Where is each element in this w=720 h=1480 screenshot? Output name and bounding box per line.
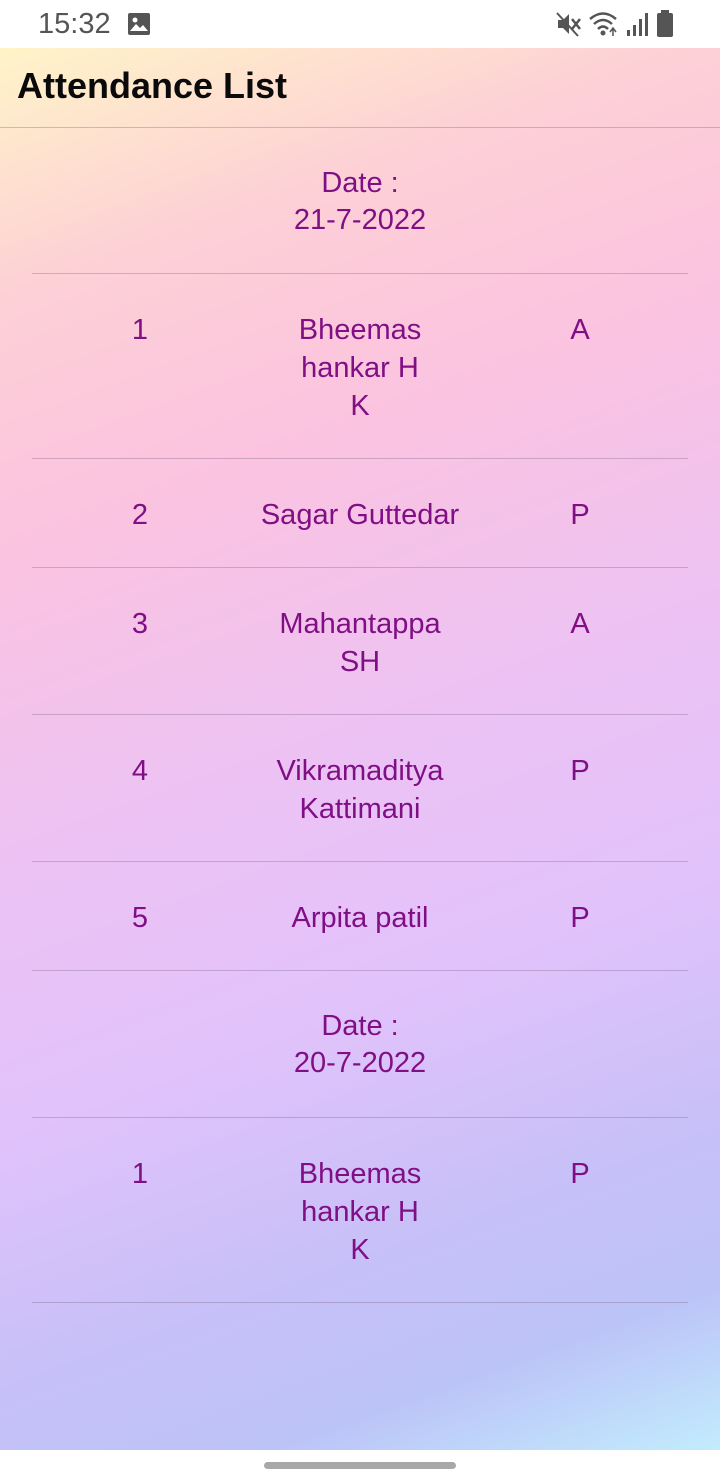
student-name: Sagar Guttedar — [260, 499, 460, 531]
mute-icon — [556, 12, 581, 37]
student-name: Bheemas hankar H K — [298, 1158, 422, 1266]
divider — [32, 1302, 688, 1303]
record-number: 5 — [131, 902, 149, 934]
divider — [32, 458, 688, 459]
attendance-status: A — [570, 314, 590, 346]
divider — [32, 1117, 688, 1118]
student-name: Arpita patil — [291, 902, 429, 934]
wifi-icon — [589, 12, 617, 36]
date-header: Date : 21-7-2022 — [32, 165, 688, 239]
record-number: 3 — [131, 608, 149, 640]
divider — [32, 567, 688, 568]
status-bar: 15:32 — [0, 0, 720, 48]
attendance-status: P — [570, 902, 590, 934]
date-value: 21-7-2022 — [293, 204, 427, 236]
status-icons — [556, 10, 686, 38]
student-name: Mahantappa SH — [279, 608, 441, 678]
record-number: 1 — [131, 1158, 149, 1190]
app-bar: Attendance List — [0, 48, 720, 128]
page-title: Attendance List — [17, 65, 288, 106]
student-name: Vikramaditya Kattimani — [276, 755, 444, 825]
attendance-screen: Attendance List Date : 21-7-2022 1 Bheem… — [0, 48, 720, 1450]
divider — [32, 273, 688, 274]
date-label: Date : — [321, 167, 399, 199]
attendance-status: A — [570, 608, 590, 640]
divider — [32, 970, 688, 971]
attendance-status: P — [570, 1158, 590, 1190]
record-number: 4 — [131, 755, 149, 787]
record-number: 2 — [131, 499, 149, 531]
home-gesture-handle[interactable] — [264, 1462, 456, 1469]
date-value: 20-7-2022 — [293, 1047, 427, 1079]
student-name: Bheemas hankar H K — [298, 314, 422, 422]
signal-icon — [627, 13, 648, 36]
record-number: 1 — [131, 314, 149, 346]
divider — [32, 714, 688, 715]
attendance-status: P — [570, 755, 590, 787]
status-time: 15:32 — [38, 8, 111, 40]
gallery-icon — [128, 13, 150, 35]
date-header: Date : 20-7-2022 — [32, 1008, 688, 1082]
battery-icon — [657, 10, 673, 37]
date-label: Date : — [321, 1010, 399, 1042]
navigation-bar — [0, 1450, 720, 1480]
divider — [32, 861, 688, 862]
attendance-status: P — [570, 499, 590, 531]
